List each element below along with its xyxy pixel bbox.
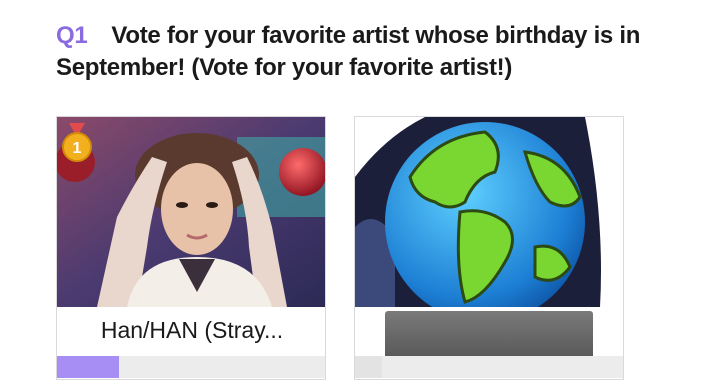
rank-number: 1	[73, 140, 82, 157]
question-number: Q1	[56, 22, 88, 49]
candidate-card-2[interactable]	[354, 116, 624, 380]
vote-progress-fill	[355, 356, 382, 378]
candidate-photo-image	[57, 117, 325, 307]
rank-medal-icon: 1	[62, 123, 92, 162]
vote-progress-fill	[57, 356, 120, 378]
vote-progress-bar	[355, 356, 623, 378]
vote-progress-bar	[57, 356, 325, 378]
candidate-card-han[interactable]: 1 Han/HAN (Stray...	[56, 116, 326, 380]
question-text: Vote for your favorite artist whose birt…	[56, 22, 641, 81]
candidate-name: Han/HAN (Stray...	[100, 317, 284, 343]
globe-icon	[355, 117, 623, 307]
candidate-photo: 1	[57, 117, 325, 307]
question-heading: Q1 Vote for your favorite artist whose bi…	[56, 20, 656, 84]
candidate-photo	[355, 117, 623, 307]
